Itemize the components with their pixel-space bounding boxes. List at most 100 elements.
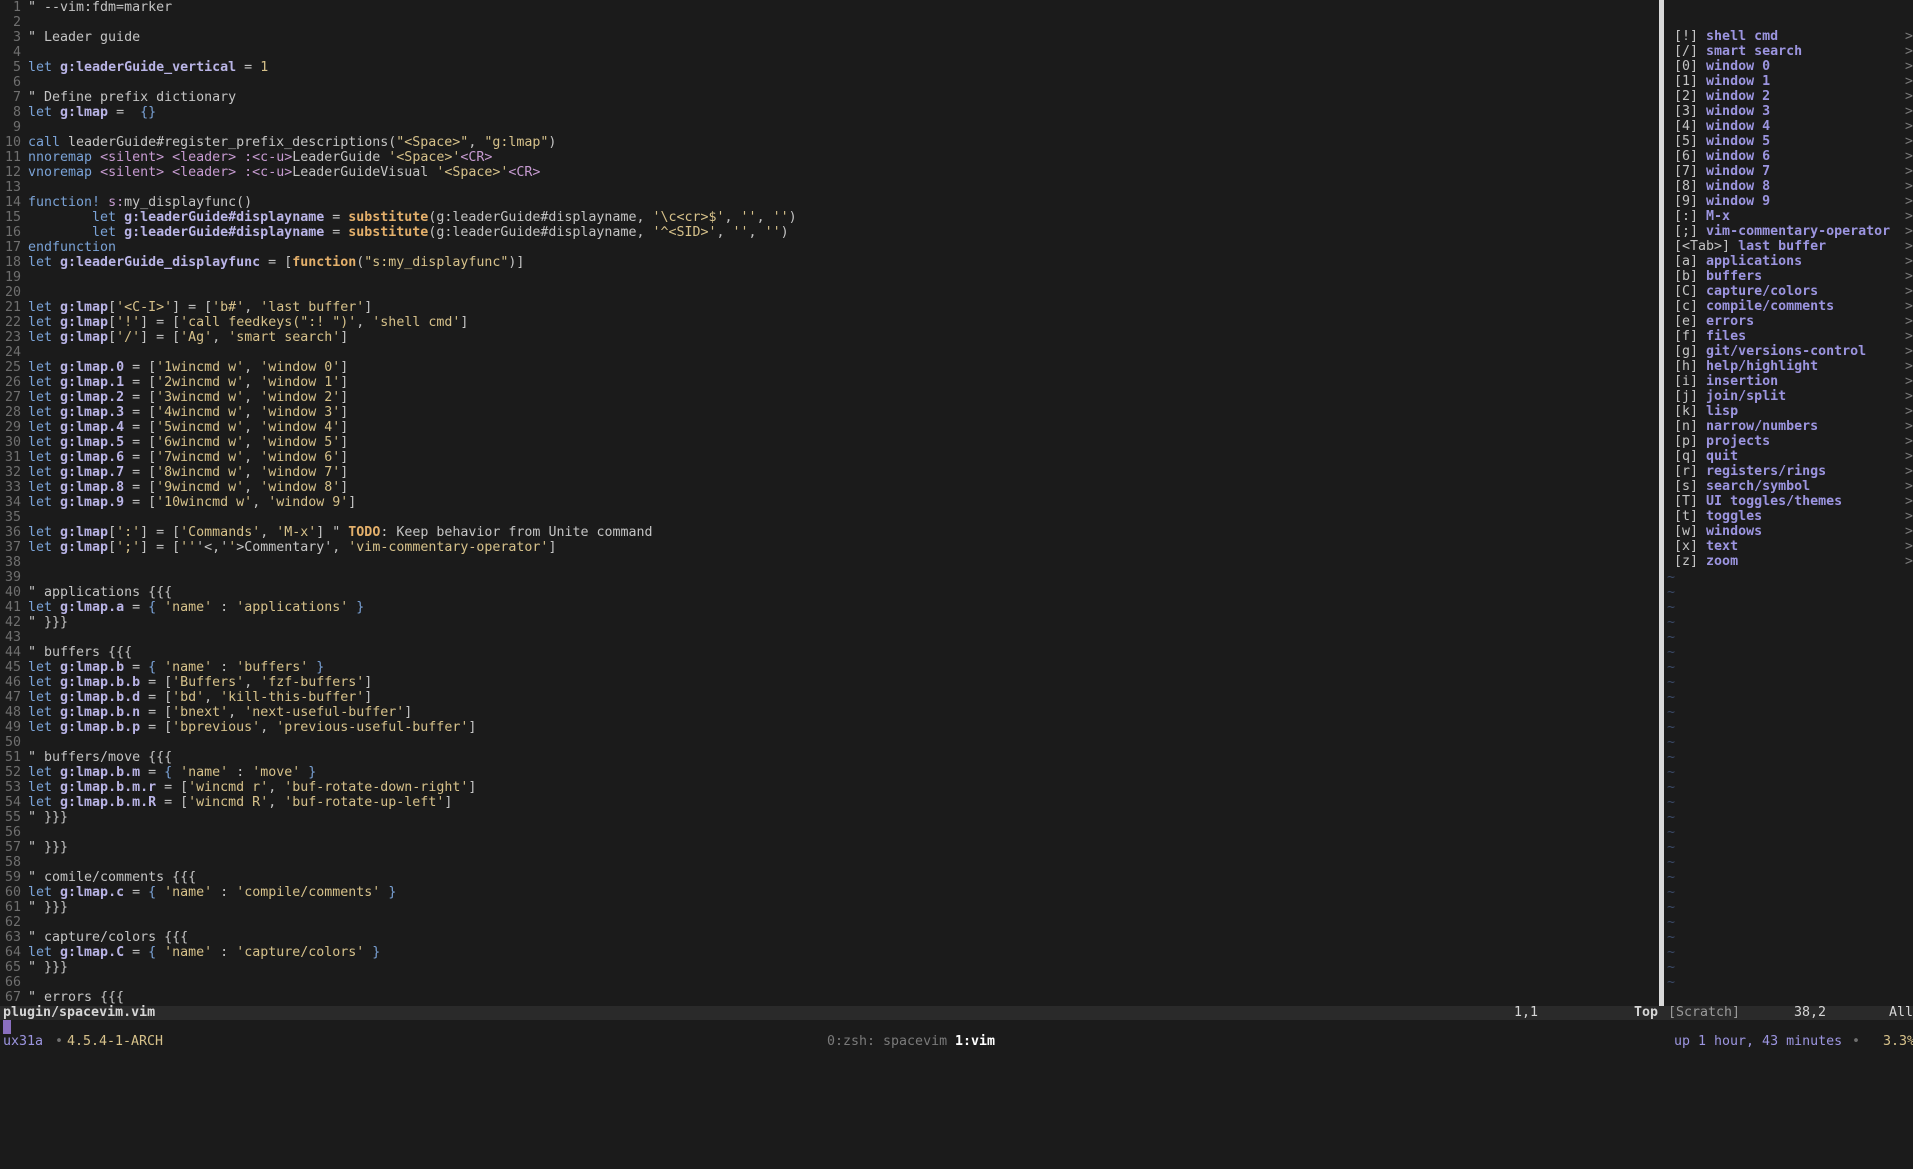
code-line[interactable]: 41 let g:lmap.a = { 'name' : 'application… (0, 600, 1658, 615)
guide-item[interactable]: [w] windows > (1664, 524, 1913, 539)
code-line[interactable]: 46 let g:lmap.b.b = ['Buffers', 'fzf-buff… (0, 675, 1658, 690)
code-line[interactable]: 16 let g:leaderGuide#displayname = subst… (0, 225, 1658, 240)
code-line[interactable]: 25 let g:lmap.0 = ['1wincmd w', 'window 0… (0, 360, 1658, 375)
code-line[interactable]: 5 let g:leaderGuide_vertical = 1 (0, 60, 1658, 75)
guide-item[interactable]: [r] registers/rings > (1664, 464, 1913, 479)
guide-item[interactable]: [g] git/versions-control > (1664, 344, 1913, 359)
guide-item[interactable]: [;] vim-commentary-operator > (1664, 224, 1913, 239)
code-line[interactable]: 64 let g:lmap.C = { 'name' : 'capture/col… (0, 945, 1658, 960)
tmux-window-vim[interactable]: 1:vim (955, 1034, 995, 1049)
code-line[interactable]: 61 " }}} (0, 900, 1658, 915)
code-line[interactable]: 54 let g:lmap.b.m.R = ['wincmd R', 'buf-r… (0, 795, 1658, 810)
code-line[interactable]: 10 call leaderGuide#register_prefix_descr… (0, 135, 1658, 150)
code-line[interactable]: 55 " }}} (0, 810, 1658, 825)
guide-item[interactable]: [6] window 6 > (1664, 149, 1913, 164)
code-line[interactable]: 3 " Leader guide (0, 30, 1658, 45)
guide-item[interactable]: [T] UI toggles/themes > (1664, 494, 1913, 509)
guide-item[interactable]: [8] window 8 > (1664, 179, 1913, 194)
code-line[interactable]: 26 let g:lmap.1 = ['2wincmd w', 'window 1… (0, 375, 1658, 390)
guide-item[interactable]: [t] toggles > (1664, 509, 1913, 524)
guide-item[interactable]: [c] compile/comments > (1664, 299, 1913, 314)
code-line[interactable]: 22 let g:lmap['!'] = ['call feedkeys(":! … (0, 315, 1658, 330)
guide-item[interactable]: [1] window 1 > (1664, 74, 1913, 89)
guide-item[interactable]: [a] applications > (1664, 254, 1913, 269)
code-line[interactable]: 43 (0, 630, 1658, 645)
code-line[interactable]: 2 (0, 15, 1658, 30)
code-line[interactable]: 15 let g:leaderGuide#displayname = subst… (0, 210, 1658, 225)
guide-item[interactable]: [3] window 3 > (1664, 104, 1913, 119)
code-line[interactable]: 40 " applications {{{ (0, 585, 1658, 600)
guide-item[interactable]: [q] quit > (1664, 449, 1913, 464)
code-line[interactable]: 35 (0, 510, 1658, 525)
code-line[interactable]: 53 let g:lmap.b.m.r = ['wincmd r', 'buf-r… (0, 780, 1658, 795)
guide-item[interactable]: [s] search/symbol > (1664, 479, 1913, 494)
guide-item[interactable]: [e] errors > (1664, 314, 1913, 329)
code-line[interactable]: 50 (0, 735, 1658, 750)
guide-item[interactable]: [p] projects > (1664, 434, 1913, 449)
guide-item[interactable]: [k] lisp > (1664, 404, 1913, 419)
code-line[interactable]: 24 (0, 345, 1658, 360)
leader-guide-pane[interactable]: ~ ~ ~ ~ ~ ~ ~ ~ ~ ~ ~ ~ ~ ~ ~ ~ ~ ~ ~ ~ ~ ~ ~ ~ ~ ~ ~ ~ [!] shell c… (1664, 0, 1913, 1006)
code-line[interactable]: 4 (0, 45, 1658, 60)
code-line[interactable]: 8 let g:lmap = {} (0, 105, 1658, 120)
code-line[interactable]: 51 " buffers/move {{{ (0, 750, 1658, 765)
code-line[interactable]: 63 " capture/colors {{{ (0, 930, 1658, 945)
code-line[interactable]: 28 let g:lmap.3 = ['4wincmd w', 'window 3… (0, 405, 1658, 420)
code-line[interactable]: 59 " comile/comments {{{ (0, 870, 1658, 885)
code-line[interactable]: 49 let g:lmap.b.p = ['bprevious', 'previo… (0, 720, 1658, 735)
guide-item[interactable]: [z] zoom > (1664, 554, 1913, 569)
code-line[interactable]: 60 let g:lmap.c = { 'name' : 'compile/com… (0, 885, 1658, 900)
guide-item[interactable]: [!] shell cmd > (1664, 29, 1913, 44)
code-line[interactable]: 31 let g:lmap.6 = ['7wincmd w', 'window 6… (0, 450, 1658, 465)
code-line[interactable]: 17 endfunction (0, 240, 1658, 255)
guide-item[interactable]: [f] files > (1664, 329, 1913, 344)
code-line[interactable]: 27 let g:lmap.2 = ['3wincmd w', 'window 2… (0, 390, 1658, 405)
guide-item[interactable]: [9] window 9 > (1664, 194, 1913, 209)
guide-item[interactable]: [b] buffers > (1664, 269, 1913, 284)
guide-item[interactable]: [4] window 4 > (1664, 119, 1913, 134)
vim-command-line[interactable] (0, 1020, 1913, 1034)
code-line[interactable]: 14 function! s:my_displayfunc() (0, 195, 1658, 210)
guide-item[interactable]: [2] window 2 > (1664, 89, 1913, 104)
code-line[interactable]: 62 (0, 915, 1658, 930)
code-line[interactable]: 37 let g:lmap[';'] = ['''<,''>Commentary'… (0, 540, 1658, 555)
code-line[interactable]: 13 (0, 180, 1658, 195)
guide-item[interactable]: [x] text > (1664, 539, 1913, 554)
code-line[interactable]: 7 " Define prefix dictionary (0, 90, 1658, 105)
code-line[interactable]: 23 let g:lmap['/'] = ['Ag', 'smart search… (0, 330, 1658, 345)
code-line[interactable]: 1 " --vim:fdm=marker (0, 0, 1658, 15)
code-line[interactable]: 47 let g:lmap.b.d = ['bd', 'kill-this-buf… (0, 690, 1658, 705)
code-line[interactable]: 11 nnoremap <silent> <leader> :<c-u>Leade… (0, 150, 1658, 165)
code-line[interactable]: 42 " }}} (0, 615, 1658, 630)
guide-item[interactable]: [5] window 5 > (1664, 134, 1913, 149)
code-line[interactable]: 18 let g:leaderGuide_displayfunc = [funct… (0, 255, 1658, 270)
code-line[interactable]: 19 (0, 270, 1658, 285)
code-lines[interactable]: 1 " --vim:fdm=marker 2 3 " Leader guide 4 5 let… (0, 0, 1658, 1005)
code-line[interactable]: 12 vnoremap <silent> <leader> :<c-u>Leade… (0, 165, 1658, 180)
code-line[interactable]: 21 let g:lmap['<C-I>'] = ['b#', 'last buf… (0, 300, 1658, 315)
guide-item[interactable]: [0] window 0 > (1664, 59, 1913, 74)
code-line[interactable]: 52 let g:lmap.b.m = { 'name' : 'move' } (0, 765, 1658, 780)
guide-item[interactable]: [i] insertion > (1664, 374, 1913, 389)
code-line[interactable]: 32 let g:lmap.7 = ['8wincmd w', 'window 7… (0, 465, 1658, 480)
code-line[interactable]: 58 (0, 855, 1658, 870)
guide-item[interactable]: [7] window 7 > (1664, 164, 1913, 179)
code-line[interactable]: 30 let g:lmap.5 = ['6wincmd w', 'window 5… (0, 435, 1658, 450)
guide-item[interactable]: [n] narrow/numbers > (1664, 419, 1913, 434)
code-line[interactable]: 38 (0, 555, 1658, 570)
code-line[interactable]: 48 let g:lmap.b.n = ['bnext', 'next-usefu… (0, 705, 1658, 720)
code-line[interactable]: 45 let g:lmap.b = { 'name' : 'buffers' } (0, 660, 1658, 675)
tmux-window-zsh[interactable]: 0:zsh: spacevim (827, 1034, 947, 1049)
code-line[interactable]: 29 let g:lmap.4 = ['5wincmd w', 'window 4… (0, 420, 1658, 435)
code-line[interactable]: 65 " }}} (0, 960, 1658, 975)
code-line[interactable]: 34 let g:lmap.9 = ['10wincmd w', 'window … (0, 495, 1658, 510)
code-line[interactable]: 39 (0, 570, 1658, 585)
code-line[interactable]: 44 " buffers {{{ (0, 645, 1658, 660)
guide-item[interactable]: [/] smart search > (1664, 44, 1913, 59)
code-line[interactable]: 66 (0, 975, 1658, 990)
code-line[interactable]: 9 (0, 120, 1658, 135)
code-line[interactable]: 33 let g:lmap.8 = ['9wincmd w', 'window 8… (0, 480, 1658, 495)
code-line[interactable]: 57 " }}} (0, 840, 1658, 855)
code-line[interactable]: 6 (0, 75, 1658, 90)
guide-item[interactable]: [C] capture/colors > (1664, 284, 1913, 299)
